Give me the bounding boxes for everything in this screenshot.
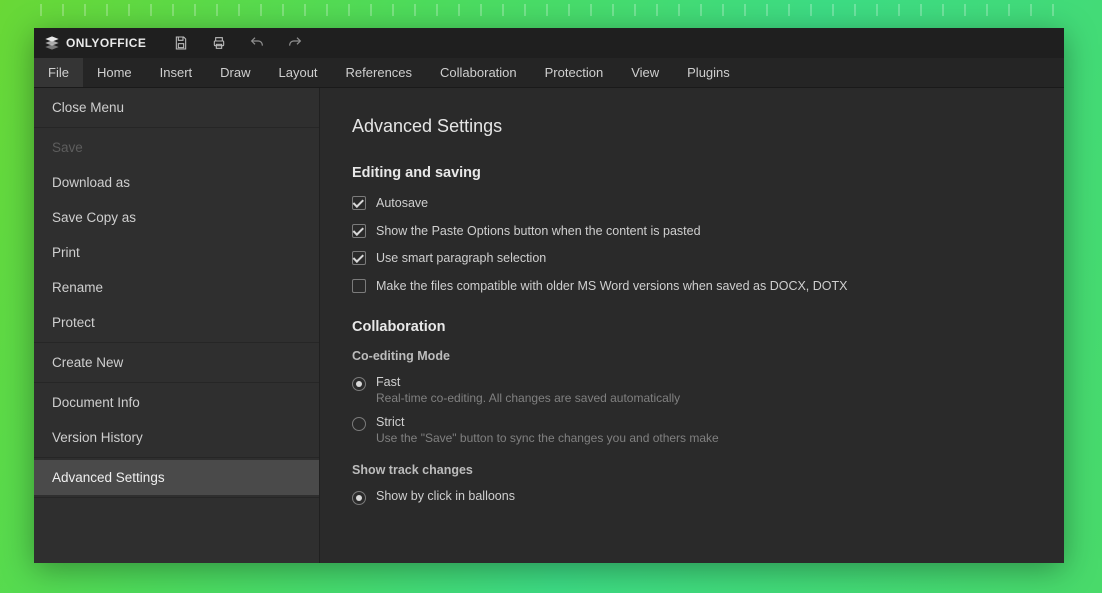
menu-draw[interactable]: Draw — [206, 58, 264, 87]
redo-icon[interactable] — [286, 34, 304, 52]
radio-track-balloons[interactable]: Show by click in balloons — [352, 489, 1032, 505]
radio-label: Strict — [376, 415, 719, 429]
checkbox-icon — [352, 251, 366, 265]
save-icon[interactable] — [172, 34, 190, 52]
menu-references[interactable]: References — [332, 58, 426, 87]
sidebar-protect[interactable]: Protect — [34, 305, 319, 340]
title-actions — [172, 34, 304, 52]
check-label: Show the Paste Options button when the c… — [376, 223, 701, 241]
radio-mode-fast[interactable]: Fast Real-time co-editing. All changes a… — [352, 375, 1032, 405]
sidebar-advanced-settings[interactable]: Advanced Settings — [34, 460, 319, 495]
titlebar: ONLYOFFICE — [34, 28, 1064, 58]
sidebar-version-history[interactable]: Version History — [34, 420, 319, 455]
sidebar-rename[interactable]: Rename — [34, 270, 319, 305]
radio-desc: Use the "Save" button to sync the change… — [376, 431, 719, 445]
radio-label: Show by click in balloons — [376, 489, 515, 503]
radio-desc: Real-time co-editing. All changes are sa… — [376, 391, 680, 405]
sidebar-create-new[interactable]: Create New — [34, 345, 319, 380]
checkbox-icon — [352, 224, 366, 238]
checkbox-icon — [352, 196, 366, 210]
sidebar-save: Save — [34, 130, 319, 165]
check-label: Autosave — [376, 195, 428, 213]
menu-layout[interactable]: Layout — [265, 58, 332, 87]
menu-insert[interactable]: Insert — [146, 58, 207, 87]
settings-content: Advanced Settings Editing and saving Aut… — [320, 88, 1064, 563]
editing-heading: Editing and saving — [352, 165, 1032, 181]
undo-icon[interactable] — [248, 34, 266, 52]
checkbox-icon — [352, 279, 366, 293]
app-window: ONLYOFFICE File Home Insert Draw Layout … — [34, 28, 1064, 563]
check-autosave[interactable]: Autosave — [352, 195, 1032, 213]
radio-label: Fast — [376, 375, 680, 389]
radio-icon — [352, 377, 366, 391]
sidebar-print[interactable]: Print — [34, 235, 319, 270]
menu-plugins[interactable]: Plugins — [673, 58, 744, 87]
check-smart-paragraph[interactable]: Use smart paragraph selection — [352, 250, 1032, 268]
coedit-heading: Co-editing Mode — [352, 349, 1032, 363]
sidebar-download-as[interactable]: Download as — [34, 165, 319, 200]
menu-view[interactable]: View — [617, 58, 673, 87]
print-icon[interactable] — [210, 34, 228, 52]
section-collaboration: Collaboration Co-editing Mode Fast Real-… — [352, 319, 1032, 505]
check-compat-msword[interactable]: Make the files compatible with older MS … — [352, 278, 1032, 296]
menubar: File Home Insert Draw Layout References … — [34, 58, 1064, 88]
sidebar-close-menu[interactable]: Close Menu — [34, 90, 319, 125]
file-sidebar: Close Menu Save Download as Save Copy as… — [34, 88, 320, 563]
sidebar-save-copy-as[interactable]: Save Copy as — [34, 200, 319, 235]
menu-file[interactable]: File — [34, 58, 83, 87]
track-heading: Show track changes — [352, 463, 1032, 477]
radio-icon — [352, 417, 366, 431]
check-label: Use smart paragraph selection — [376, 250, 546, 268]
page-title: Advanced Settings — [352, 116, 1032, 137]
menu-home[interactable]: Home — [83, 58, 146, 87]
section-editing: Editing and saving Autosave Show the Pas… — [352, 165, 1032, 295]
radio-mode-strict[interactable]: Strict Use the "Save" button to sync the… — [352, 415, 1032, 445]
sidebar-document-info[interactable]: Document Info — [34, 385, 319, 420]
radio-icon — [352, 491, 366, 505]
brand: ONLYOFFICE — [44, 35, 146, 51]
brand-icon — [44, 35, 60, 51]
check-label: Make the files compatible with older MS … — [376, 278, 847, 296]
menu-protection[interactable]: Protection — [531, 58, 618, 87]
check-paste-options[interactable]: Show the Paste Options button when the c… — [352, 223, 1032, 241]
brand-text: ONLYOFFICE — [66, 36, 146, 50]
collab-heading: Collaboration — [352, 319, 1032, 335]
menu-collaboration[interactable]: Collaboration — [426, 58, 531, 87]
